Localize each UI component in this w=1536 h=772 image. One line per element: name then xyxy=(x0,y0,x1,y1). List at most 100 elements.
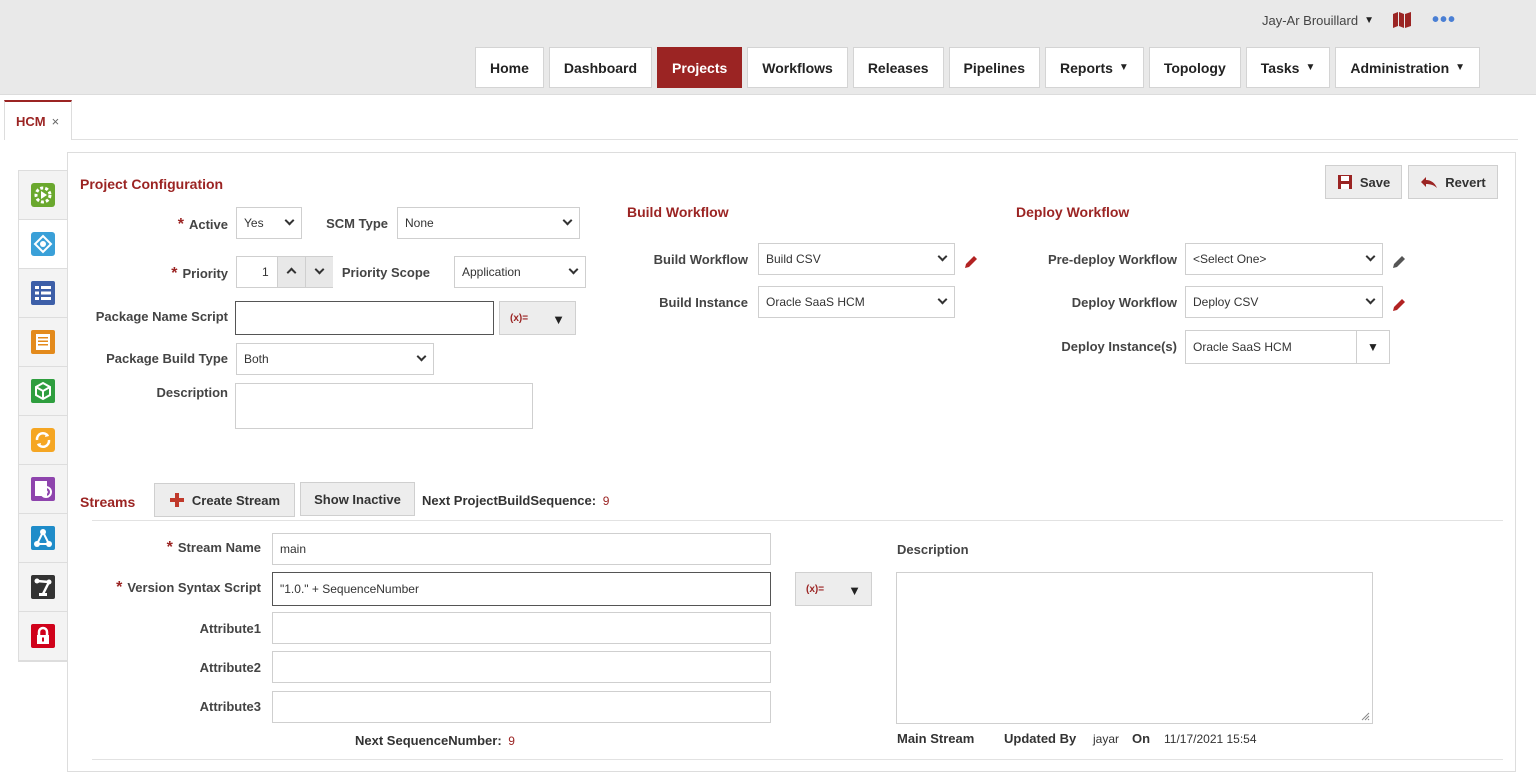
deploy-instances-select[interactable]: Oracle SaaS HCM ▼ xyxy=(1185,330,1390,364)
close-icon[interactable]: × xyxy=(52,114,60,129)
user-menu[interactable]: Jay-Ar Brouillard ▼ xyxy=(1262,13,1374,28)
updated-by-label: Updated By xyxy=(1004,731,1077,746)
stream-description-label: Description xyxy=(897,542,969,557)
nav-tasks[interactable]: Tasks ▼ xyxy=(1245,47,1331,88)
active-label: * Active xyxy=(158,216,228,234)
workflow-cycle-icon xyxy=(31,232,55,256)
scm-type-select-value: None xyxy=(405,216,434,230)
expression-button[interactable]: (x)= ▼ xyxy=(795,572,872,606)
version-syntax-label: * Version Syntax Script xyxy=(88,579,261,597)
attribute2-input[interactable] xyxy=(272,651,771,683)
updated-by-value: jayar xyxy=(1093,732,1120,746)
chevron-down-icon xyxy=(562,215,573,226)
plus-icon xyxy=(169,493,184,507)
stream-description-textarea[interactable] xyxy=(896,572,1373,724)
updated-on-value: 11/17/2021 15:54 xyxy=(1164,732,1257,746)
sidebar-item-security[interactable] xyxy=(19,612,67,661)
tab-label: HCM xyxy=(16,113,46,129)
create-stream-label: Create Stream xyxy=(191,492,281,508)
user-name: Jay-Ar Brouillard xyxy=(1262,13,1359,28)
caret-down-icon[interactable]: ▼ xyxy=(1356,331,1389,363)
nav-dashboard[interactable]: Dashboard xyxy=(548,47,653,88)
sidebar-item-topology[interactable] xyxy=(19,514,67,563)
required-icon: * xyxy=(177,216,184,233)
nav-projects[interactable]: Projects xyxy=(657,47,743,88)
deploy-workflow-select[interactable]: Deploy CSV xyxy=(1185,286,1383,318)
build-instance-label: Build Instance xyxy=(659,295,748,310)
expression-button[interactable]: (x)= ▼ xyxy=(499,301,576,335)
save-button[interactable]: Save xyxy=(1325,165,1402,199)
on-label: On xyxy=(1132,731,1151,746)
sidebar-item-packages[interactable] xyxy=(19,367,67,416)
caret-down-icon: ▼ xyxy=(848,583,861,598)
sidebar-item-properties[interactable] xyxy=(19,171,67,220)
chevron-down-icon: ▼ xyxy=(1364,15,1374,26)
sidebar-item-reports[interactable] xyxy=(19,465,67,514)
nav-reports[interactable]: Reports ▼ xyxy=(1045,47,1144,88)
stream-name-input[interactable]: main xyxy=(272,533,771,565)
deploy-instances-label: Deploy Instance(s) xyxy=(1061,339,1177,354)
predeploy-workflow-select[interactable]: <Select One> xyxy=(1185,243,1383,275)
priority-label-text: Priority xyxy=(182,266,228,281)
settings-report-icon xyxy=(31,477,55,501)
active-select[interactable]: Yes xyxy=(236,207,302,239)
more-options-icon[interactable]: ••• xyxy=(1432,9,1456,32)
sidebar-item-sync[interactable] xyxy=(19,416,67,465)
tab-hcm[interactable]: HCM × xyxy=(4,100,72,140)
bottom-divider xyxy=(92,759,1503,760)
sidebar-item-workflows[interactable] xyxy=(19,220,67,269)
save-label: Save xyxy=(1359,174,1391,190)
list-icon xyxy=(31,281,55,305)
nav-label: Reports xyxy=(1060,59,1113,76)
increment-button[interactable] xyxy=(277,257,305,287)
package-name-script-input[interactable] xyxy=(235,301,494,335)
sidebar-item-list[interactable] xyxy=(19,269,67,318)
edit-pencil-icon[interactable] xyxy=(1391,254,1407,270)
priority-scope-select[interactable]: Application xyxy=(454,256,586,288)
chevron-down-icon: ▼ xyxy=(1305,62,1316,73)
create-stream-button[interactable]: Create Stream xyxy=(154,483,295,517)
attribute3-input[interactable] xyxy=(272,691,771,723)
refresh-icon xyxy=(31,428,55,452)
attribute2-label: Attribute2 xyxy=(199,660,261,675)
chevron-down-icon: ▼ xyxy=(1118,62,1129,73)
sidebar-item-automation[interactable] xyxy=(19,563,67,612)
nav-home[interactable]: Home xyxy=(475,47,544,88)
main-stream-label: Main Stream xyxy=(897,731,975,746)
deploy-instances-select-value: Oracle SaaS HCM xyxy=(1193,340,1292,354)
edit-pencil-icon[interactable] xyxy=(1391,297,1407,313)
nav-pipelines[interactable]: Pipelines xyxy=(948,47,1040,88)
nav-workflows[interactable]: Workflows xyxy=(747,47,848,88)
revert-button[interactable]: Revert xyxy=(1408,165,1498,199)
package-icon xyxy=(31,379,55,403)
edit-pencil-icon[interactable] xyxy=(963,254,979,270)
expression-icon: (x)= xyxy=(806,583,825,595)
package-build-type-select[interactable]: Both xyxy=(236,343,434,375)
priority-value: 1 xyxy=(262,265,269,279)
nav-administration[interactable]: Administration ▼ xyxy=(1335,47,1481,88)
resize-handle-icon[interactable] xyxy=(1360,711,1370,721)
chevron-down-icon xyxy=(937,251,948,262)
package-name-script-label: Package Name Script xyxy=(95,309,228,324)
priority-scope-select-value: Application xyxy=(462,265,521,279)
nav-label: Home xyxy=(490,59,529,76)
description-input[interactable] xyxy=(235,383,533,429)
attribute3-label: Attribute3 xyxy=(199,699,261,714)
sidebar-item-documents[interactable] xyxy=(19,318,67,367)
scm-type-select[interactable]: None xyxy=(397,207,580,239)
active-label-text: Active xyxy=(188,217,228,232)
nav-topology[interactable]: Topology xyxy=(1148,47,1241,88)
predeploy-workflow-label: Pre-deploy Workflow xyxy=(1047,252,1177,267)
main-nav: Home Dashboard Projects Workflows Releas… xyxy=(475,47,1481,88)
stream-name-label: * Stream Name xyxy=(108,539,261,557)
attribute1-input[interactable] xyxy=(272,612,771,644)
map-icon[interactable] xyxy=(1392,11,1412,29)
show-inactive-button[interactable]: Show Inactive xyxy=(300,482,415,516)
build-instance-select[interactable]: Oracle SaaS HCM xyxy=(758,286,955,318)
nav-releases[interactable]: Releases xyxy=(852,47,944,88)
decrement-button[interactable] xyxy=(305,257,333,287)
build-workflow-select[interactable]: Build CSV xyxy=(758,243,955,275)
priority-stepper[interactable]: 1 xyxy=(236,256,333,288)
version-syntax-input[interactable]: "1.0." + SequenceNumber xyxy=(272,572,771,606)
chevron-down-icon xyxy=(416,351,427,362)
